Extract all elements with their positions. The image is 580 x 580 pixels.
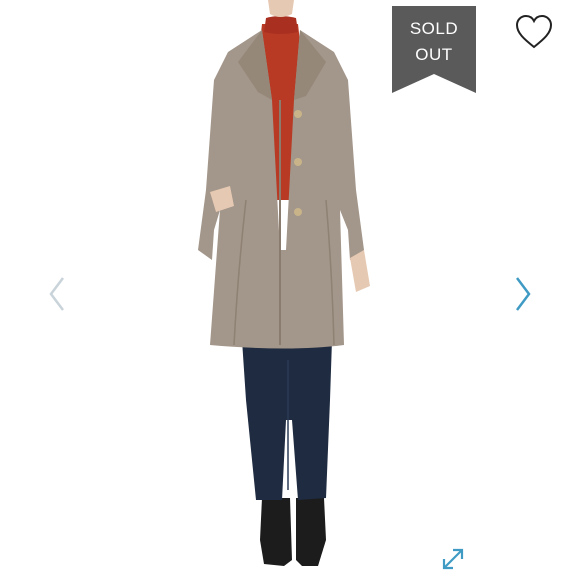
product-image-gallery: SOLD OUT bbox=[0, 0, 580, 580]
sold-out-line1: SOLD bbox=[409, 19, 459, 38]
expand-icon[interactable] bbox=[440, 546, 466, 572]
sold-out-line2: OUT bbox=[415, 45, 453, 64]
heart-outline-icon[interactable] bbox=[514, 14, 554, 50]
chevron-right-icon[interactable] bbox=[511, 274, 535, 314]
chevron-left-icon[interactable] bbox=[45, 274, 69, 314]
sold-out-badge: SOLD OUT bbox=[392, 6, 476, 93]
